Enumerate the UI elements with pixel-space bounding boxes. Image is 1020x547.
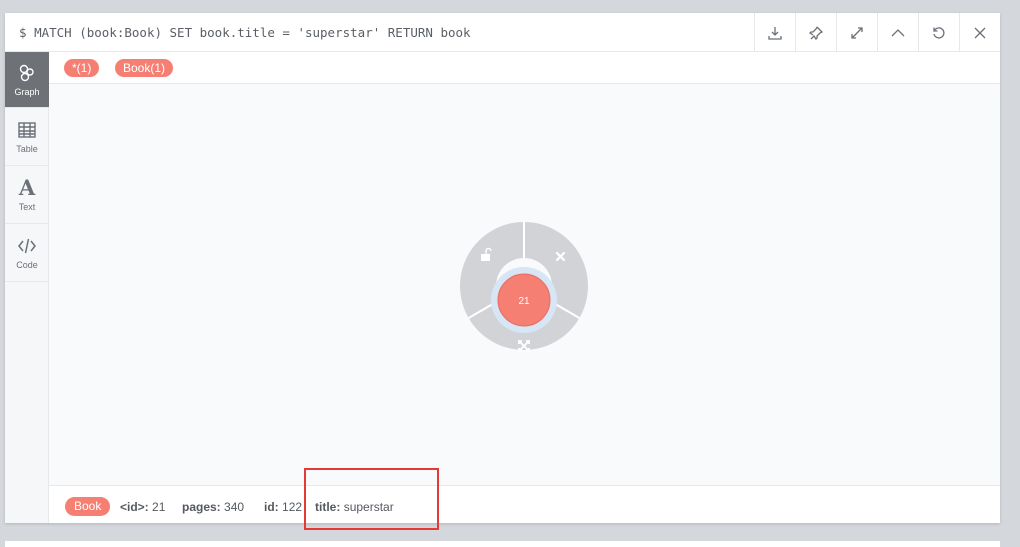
close-button[interactable] xyxy=(959,13,1000,52)
rerun-icon xyxy=(933,26,945,39)
graph-svg: 21 xyxy=(460,222,588,352)
label-pill-all[interactable]: *(1) xyxy=(64,59,100,77)
sidebar-item-label: Graph xyxy=(14,86,40,97)
property-internal-id: <id>: 21 xyxy=(120,500,165,514)
query-prompt: $ xyxy=(19,25,27,40)
property-key: id: xyxy=(264,500,279,514)
sidebar-item-label: Code xyxy=(16,259,38,270)
property-value: 122 xyxy=(282,500,303,514)
label-pill-book[interactable]: Book(1) xyxy=(115,59,174,77)
label-bar: *(1) Book(1) xyxy=(49,52,1000,84)
table-icon xyxy=(18,121,36,138)
graph-icon xyxy=(19,64,34,81)
node-caption: 21 xyxy=(518,296,530,307)
collapse-button[interactable] xyxy=(877,13,918,52)
sidebar-item-table[interactable]: Table xyxy=(5,108,49,166)
download-icon xyxy=(768,26,782,40)
property-key: <id>: xyxy=(120,500,149,514)
view-sidebar: Graph Table A Text Code xyxy=(5,52,49,523)
node-label-pill[interactable]: Book xyxy=(65,497,111,516)
property-id: id: 122 xyxy=(264,500,302,514)
expand-icon xyxy=(851,26,863,39)
sidebar-item-code[interactable]: Code xyxy=(5,224,49,282)
sidebar-item-text[interactable]: A Text xyxy=(5,166,49,224)
code-icon xyxy=(18,238,36,253)
download-button[interactable] xyxy=(754,13,795,52)
frame-toolbar xyxy=(754,13,1000,52)
sidebar-item-label: Table xyxy=(16,143,38,154)
property-value: 340 xyxy=(224,500,245,514)
property-pages: pages: 340 xyxy=(182,500,244,514)
collapse-icon xyxy=(891,28,905,36)
graph-canvas[interactable]: 21 xyxy=(49,84,1000,485)
result-frame: $ MATCH (book:Book) SET book.title = 'su… xyxy=(5,13,1000,523)
rerun-button[interactable] xyxy=(918,13,959,52)
query-text[interactable]: $ MATCH (book:Book) SET book.title = 'su… xyxy=(19,25,471,40)
text-icon: A xyxy=(18,174,36,200)
property-value: 21 xyxy=(152,500,166,514)
next-frame-edge xyxy=(5,541,1000,547)
pin-icon xyxy=(808,26,824,40)
node-properties-bar: Book <id>: 21 pages: 340 id: 122 title: … xyxy=(49,485,1000,523)
highlight-annotation xyxy=(304,468,439,530)
query-statement: MATCH (book:Book) SET book.title = 'supe… xyxy=(34,25,471,40)
sidebar-item-graph[interactable]: Graph xyxy=(5,52,49,108)
property-key: pages: xyxy=(182,500,221,514)
fullscreen-button[interactable] xyxy=(836,13,877,52)
close-icon xyxy=(974,27,986,38)
pin-button[interactable] xyxy=(795,13,836,52)
frame-header: $ MATCH (book:Book) SET book.title = 'su… xyxy=(5,13,1000,52)
sidebar-item-label: Text xyxy=(18,201,36,212)
